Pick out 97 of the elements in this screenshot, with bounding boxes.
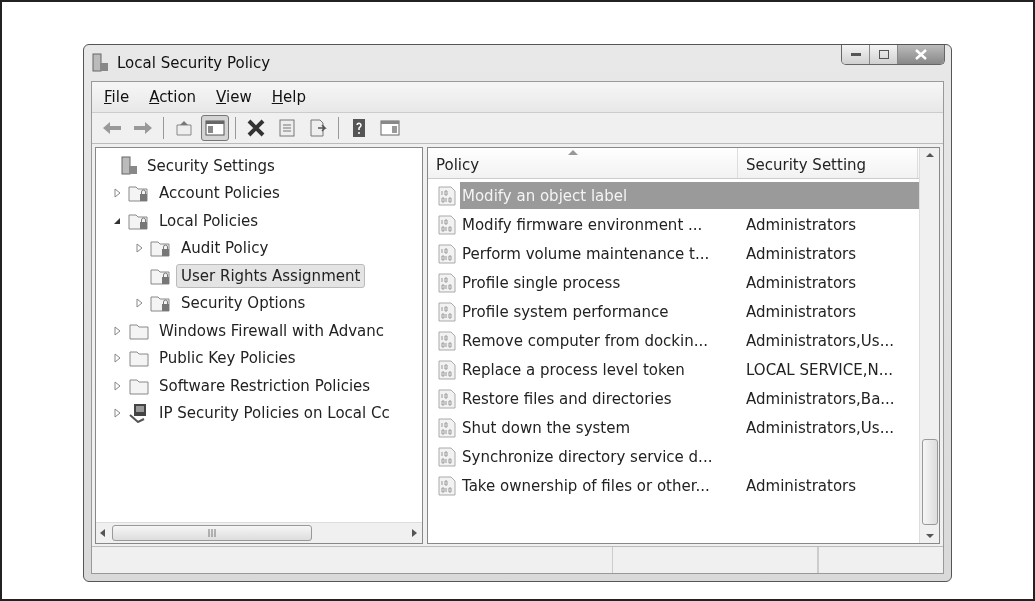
- setting-cell: Administrators,Us...: [746, 418, 894, 437]
- policy-cell-text: Profile system performance: [461, 302, 670, 321]
- binary-document-icon: [438, 272, 456, 293]
- setting-cell: Administrators: [746, 302, 857, 321]
- collapsed-triangle-icon[interactable]: [113, 353, 121, 364]
- binary-document-icon: [438, 417, 456, 438]
- maximize-button[interactable]: [869, 45, 897, 64]
- scroll-up-icon[interactable]: [925, 152, 934, 158]
- setting-cell: LOCAL SERVICE,N...: [746, 360, 894, 379]
- scroll-down-icon[interactable]: [925, 533, 934, 539]
- export-list-icon: [308, 119, 328, 137]
- tree-item[interactable]: Local Policies: [154, 208, 264, 233]
- folder-lock-icon: [150, 293, 172, 314]
- policy-tree-icon: [120, 155, 138, 176]
- setting-cell: Administrators,Us...: [746, 331, 894, 350]
- delete-icon: [246, 119, 266, 137]
- minimize-icon: [850, 52, 861, 57]
- list-row[interactable]: Shut down the system Administrators,Us...: [460, 414, 919, 441]
- policy-tree-icon: [91, 53, 109, 73]
- binary-document-icon: [438, 301, 456, 322]
- toolbar-button[interactable]: [201, 115, 229, 141]
- grip-icon: [207, 529, 217, 537]
- folder-lock-icon: [150, 238, 172, 259]
- policy-cell-text: Restore files and directories: [461, 389, 673, 408]
- collapsed-triangle-icon[interactable]: [113, 380, 121, 391]
- policy-cell-text: Profile single process: [461, 273, 622, 292]
- minimize-button[interactable]: [842, 45, 869, 64]
- folder-icon: [128, 348, 150, 369]
- scroll-thumb[interactable]: [921, 439, 938, 525]
- binary-document-icon: [438, 214, 456, 235]
- list-row[interactable]: Profile single process Administrators: [460, 269, 919, 296]
- tree-item[interactable]: Windows Firewall with Advanc: [154, 318, 389, 343]
- policy-cell-text: Modify an object label: [461, 186, 629, 205]
- policy-cell-text: Synchronize directory service d...: [461, 447, 714, 466]
- collapsed-triangle-icon[interactable]: [113, 325, 121, 336]
- list-row[interactable]: Synchronize directory service d...: [460, 443, 919, 470]
- tree-item[interactable]: User Rights Assignment: [176, 263, 366, 288]
- policy-cell-text: Remove computer from dockin...: [461, 331, 710, 350]
- tree-item[interactable]: Security Settings: [142, 153, 280, 178]
- sort-arrow-icon: [568, 150, 578, 155]
- tree-item[interactable]: Software Restriction Policies: [154, 373, 376, 398]
- binary-document-icon: [438, 388, 456, 409]
- collapsed-triangle-icon[interactable]: [113, 408, 121, 419]
- list-row[interactable]: Remove computer from dockin... Administrators,Us...: [460, 327, 919, 354]
- tree-item[interactable]: Audit Policy: [176, 236, 274, 261]
- action-pane-icon: [380, 119, 400, 137]
- vertical-scrollbar[interactable]: [919, 148, 939, 543]
- setting-cell: Administrators: [746, 476, 857, 495]
- window-title: Local Security Policy: [117, 54, 271, 72]
- menu-item[interactable]: Help: [263, 85, 314, 109]
- maximize-icon: [878, 50, 889, 59]
- setting-cell: Administrators: [746, 215, 857, 234]
- back-arrow-icon: [102, 119, 122, 137]
- tree-item[interactable]: Account Policies: [154, 181, 285, 206]
- binary-document-icon: [438, 475, 456, 496]
- scroll-thumb[interactable]: [112, 525, 312, 541]
- policy-cell-text: Replace a process level token: [461, 360, 686, 379]
- list-row[interactable]: Profile system performance Administrators: [460, 298, 919, 325]
- collapsed-triangle-icon[interactable]: [135, 243, 143, 254]
- horizontal-scrollbar[interactable]: [96, 522, 422, 543]
- forward-arrow-icon: [133, 119, 153, 137]
- column-header[interactable]: Policy: [428, 148, 738, 178]
- policy-cell-text: Modify firmware environment ...: [461, 215, 704, 234]
- properties-icon: [277, 119, 297, 137]
- list-row[interactable]: Perform volume maintenance t... Administrators: [460, 240, 919, 267]
- list-row[interactable]: Replace a process level token LOCAL SERVICE,N...: [460, 356, 919, 383]
- binary-document-icon: [438, 359, 456, 380]
- close-icon: [915, 49, 927, 60]
- list-row[interactable]: Restore files and directories Administrators,Ba...: [460, 385, 919, 412]
- menu-item[interactable]: Action: [141, 85, 205, 109]
- scroll-right-icon[interactable]: [412, 529, 418, 537]
- setting-cell: Administrators: [746, 244, 857, 263]
- collapsed-triangle-icon[interactable]: [135, 298, 143, 309]
- binary-document-icon: [438, 446, 456, 467]
- folder-lock-icon: [128, 183, 150, 204]
- policy-cell-text: Take ownership of files or other...: [461, 476, 711, 495]
- column-header[interactable]: Security Setting: [738, 148, 918, 178]
- collapsed-triangle-icon[interactable]: [113, 188, 121, 199]
- list-row[interactable]: Take ownership of files or other... Administrators: [460, 472, 919, 499]
- binary-document-icon: [438, 243, 456, 264]
- list-row[interactable]: Modify firmware environment ... Administrators: [460, 211, 919, 238]
- console-tree-icon: [205, 119, 225, 137]
- setting-cell: Administrators: [746, 273, 857, 292]
- setting-cell: Administrators,Ba...: [746, 389, 895, 408]
- menu-item[interactable]: View: [208, 85, 260, 109]
- close-button[interactable]: [897, 45, 944, 64]
- menu-item[interactable]: File: [96, 85, 138, 109]
- tree-item[interactable]: IP Security Policies on Local Cc: [154, 401, 395, 426]
- policy-cell-text: Perform volume maintenance t...: [461, 244, 711, 263]
- policy-cell-text: Shut down the system: [461, 418, 632, 437]
- expanded-triangle-icon[interactable]: [113, 216, 121, 225]
- tree-item[interactable]: Security Options: [176, 291, 311, 316]
- scroll-left-icon[interactable]: [100, 529, 106, 537]
- binary-document-icon: [438, 330, 456, 351]
- tree-item[interactable]: Public Key Policies: [154, 346, 301, 371]
- binary-document-icon: [438, 185, 456, 206]
- folder-up-icon: [174, 119, 194, 137]
